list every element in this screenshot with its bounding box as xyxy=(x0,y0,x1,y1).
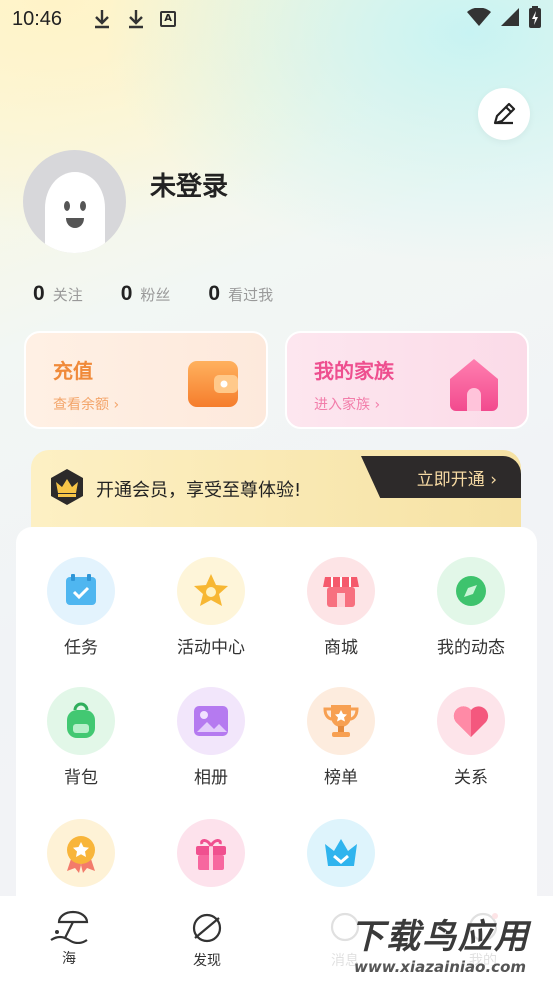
watermark-url: www.xiazainiao.com xyxy=(353,958,527,976)
stat-count: 0 xyxy=(208,282,221,305)
grid-item-label: 活动中心 xyxy=(177,638,245,658)
status-time: 10:46 xyxy=(12,7,63,30)
compass-icon xyxy=(437,557,505,625)
grid-item-label: 商城 xyxy=(324,638,358,658)
grid-item-activity[interactable]: 活动中心 xyxy=(146,557,276,658)
download-icon xyxy=(126,8,146,30)
grid-item-album[interactable]: 相册 xyxy=(146,687,276,788)
stat-label: 看过我 xyxy=(228,286,274,304)
stats-row: 0 关注 0 粉丝 0 看过我 xyxy=(33,282,311,306)
stat-visitors[interactable]: 0 看过我 xyxy=(208,282,273,306)
crown-icon xyxy=(307,819,375,887)
grid-item-medal[interactable] xyxy=(16,819,146,895)
recharge-card[interactable]: 充值 查看余额 › xyxy=(24,331,268,429)
tab-label: 海 xyxy=(62,951,76,967)
edit-profile-button[interactable] xyxy=(478,88,530,140)
grid-item-gift[interactable] xyxy=(146,819,276,895)
backpack-icon xyxy=(47,687,115,755)
wifi-icon xyxy=(467,7,491,31)
avatar[interactable] xyxy=(23,150,126,253)
stat-label: 粉丝 xyxy=(140,286,171,304)
stat-following[interactable]: 0 关注 xyxy=(33,282,83,306)
crown-badge-icon xyxy=(51,469,83,505)
gift-icon xyxy=(177,819,245,887)
grid-item-relationship[interactable]: 关系 xyxy=(406,687,536,788)
stat-label: 关注 xyxy=(52,286,83,304)
tab-discover[interactable]: 发现 xyxy=(138,896,276,984)
username[interactable]: 未登录 xyxy=(150,166,228,203)
grid-item-shop[interactable]: 商城 xyxy=(276,557,406,658)
star-icon xyxy=(177,557,245,625)
grid-item-moments[interactable]: 我的动态 xyxy=(406,557,536,658)
signal-icon xyxy=(501,7,519,31)
grid-item-label: 任务 xyxy=(64,638,98,658)
pencil-icon xyxy=(493,102,516,125)
stat-fans[interactable]: 0 粉丝 xyxy=(121,282,171,306)
vip-banner[interactable]: 开通会员，享受至尊体验! 立即开通 › xyxy=(31,450,521,532)
grid-item-label: 我的动态 xyxy=(437,638,505,658)
tab-sea[interactable]: 海 xyxy=(0,896,138,984)
medal-icon xyxy=(47,819,115,887)
default-avatar-icon xyxy=(45,172,105,253)
feature-grid: 任务 活动中心 商城 我的动态 背包 相册 榜单 关系 xyxy=(16,527,537,927)
grid-item-label: 相册 xyxy=(194,768,228,788)
family-card[interactable]: 我的家族 进入家族 › xyxy=(285,331,529,429)
download-icon xyxy=(92,8,112,30)
vip-text: 开通会员，享受至尊体验! xyxy=(96,480,302,501)
grid-item-task[interactable]: 任务 xyxy=(16,557,146,658)
stat-count: 0 xyxy=(120,282,133,305)
grid-item-ranking[interactable]: 榜单 xyxy=(276,687,406,788)
heart-icon xyxy=(437,687,505,755)
grid-item-backpack[interactable]: 背包 xyxy=(16,687,146,788)
wallet-icon xyxy=(188,361,238,407)
grid-item-label: 背包 xyxy=(64,768,98,788)
house-icon xyxy=(450,359,498,411)
watermark-title: 下载鸟应用 xyxy=(350,917,530,957)
task-icon xyxy=(47,557,115,625)
watermark: 下载鸟应用 www.xiazainiao.com xyxy=(330,905,550,980)
text-icon: A xyxy=(160,11,177,27)
stat-count: 0 xyxy=(33,282,45,305)
shop-icon xyxy=(307,557,375,625)
vip-open-button[interactable]: 立即开通 › xyxy=(361,456,521,498)
planet-icon xyxy=(192,913,222,943)
grid-item-label: 榜单 xyxy=(324,768,358,788)
battery-icon xyxy=(529,5,541,33)
trophy-icon xyxy=(307,687,375,755)
beach-icon xyxy=(50,910,89,944)
album-icon xyxy=(177,687,245,755)
grid-item-label: 关系 xyxy=(454,768,488,788)
status-bar: 10:46 A xyxy=(0,0,553,38)
tab-label: 发现 xyxy=(193,953,221,969)
grid-item-vip[interactable] xyxy=(276,819,406,895)
